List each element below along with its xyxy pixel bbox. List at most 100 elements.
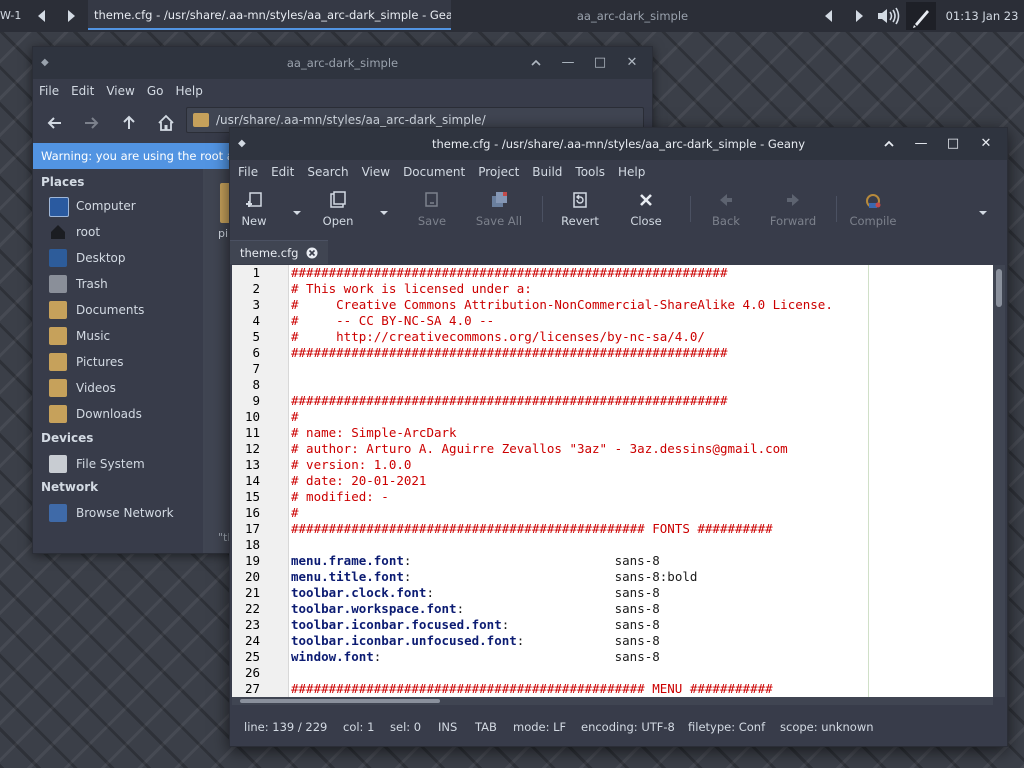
code-line[interactable]: # http://creativecommons.org/licenses/by… [291, 329, 705, 345]
code-line[interactable]: menu.frame.font: sans-8 [291, 553, 660, 569]
code-line[interactable]: toolbar.iconbar.focused.font: sans-8 [291, 617, 660, 633]
menu-search[interactable]: Search [299, 160, 353, 184]
code-editor[interactable]: 1 2 3 4 5 6 7 8 9 10 11 12 13 14 15 16 17 18 19 20 21 22 23 24 2… [232, 265, 993, 697]
menu-help[interactable]: Help [610, 160, 650, 184]
geany-close-icon[interactable]: ✕ [970, 128, 1002, 160]
fm-close-icon[interactable]: ✕ [616, 47, 648, 79]
home-icon[interactable] [156, 113, 176, 133]
top-panel: W-1 theme.cfg - /usr/share/.aa-mn/styles… [0, 0, 1024, 32]
sidebar-item-root[interactable]: root [49, 221, 199, 243]
toolbar-overflow-icon[interactable] [978, 206, 988, 215]
sidebar-item-desktop[interactable]: Desktop [49, 247, 199, 269]
status-sel: sel: 0 [390, 720, 422, 734]
menu-edit[interactable]: Edit [263, 160, 299, 184]
prev-task-icon[interactable] [820, 7, 838, 25]
code-line[interactable]: # [291, 505, 299, 521]
compile-icon [863, 190, 883, 210]
back-arrow-icon[interactable] [45, 113, 65, 133]
sidebar-item-videos[interactable]: Videos [49, 377, 199, 399]
compile-button[interactable]: Compile [848, 190, 898, 234]
menu-tools[interactable]: Tools [567, 160, 610, 184]
fm-shade-icon[interactable] [520, 47, 552, 79]
vertical-scrollbar-thumb[interactable] [996, 269, 1002, 307]
geany-maximize-icon[interactable]: □ [937, 128, 969, 160]
fm-menu-help[interactable]: Help [169, 79, 208, 103]
code-line[interactable]: menu.title.font: sans-8:bold [291, 569, 697, 585]
code-line[interactable]: ########################################… [291, 521, 773, 537]
sidebar-item-music[interactable]: Music [49, 325, 199, 347]
up-arrow-icon[interactable] [119, 113, 139, 133]
code-line[interactable]: window.font: sans-8 [291, 649, 660, 665]
code-line[interactable]: ########################################… [291, 681, 773, 697]
forward-button[interactable]: Forward [768, 190, 818, 234]
revert-button[interactable]: Revert [558, 190, 602, 234]
volume-icon[interactable] [876, 6, 902, 26]
open-dropdown-icon[interactable] [379, 206, 389, 215]
back-button[interactable]: Back [706, 190, 746, 234]
fm-menu-file[interactable]: File [33, 79, 65, 103]
save-button[interactable]: Save [412, 190, 452, 234]
code-line[interactable]: # Creative Commons Attribution-NonCommer… [291, 297, 833, 313]
code-line[interactable]: # version: 1.0.0 [291, 457, 411, 473]
pin-icon[interactable]: ◆ [41, 47, 49, 79]
code-line[interactable]: # This work is licensed under a: [291, 281, 532, 297]
horizontal-scrollbar-thumb[interactable] [240, 699, 440, 703]
code-line[interactable]: toolbar.clock.font: sans-8 [291, 585, 660, 601]
code-line[interactable]: ########################################… [291, 393, 728, 409]
fm-maximize-icon[interactable]: □ [584, 47, 616, 79]
new-button[interactable]: New [234, 190, 274, 234]
menu-file[interactable]: File [230, 160, 263, 184]
line-number: 18 [244, 537, 260, 552]
code-line[interactable]: # date: 20-01-2021 [291, 473, 426, 489]
folder-item-label[interactable]: pi [218, 227, 228, 240]
code-line[interactable]: toolbar.workspace.font: sans-8 [291, 601, 660, 617]
code-line[interactable]: # modified: - [291, 489, 389, 505]
clock[interactable]: 01:13 Jan 23 [944, 0, 1020, 32]
forward-arrow-icon[interactable] [81, 113, 101, 133]
fm-menu-go[interactable]: Go [141, 79, 170, 103]
pin-icon[interactable]: ◆ [238, 128, 246, 160]
open-button[interactable]: Open [318, 190, 358, 234]
menu-project[interactable]: Project [470, 160, 524, 184]
fm-minimize-icon[interactable]: — [552, 47, 584, 79]
prev-workspace-icon[interactable] [33, 7, 51, 25]
drive-icon [49, 455, 67, 473]
sidebar-item-trash[interactable]: Trash [49, 273, 199, 295]
fm-menu-view[interactable]: View [100, 79, 140, 103]
sidebar-item-filesystem[interactable]: File System [49, 453, 199, 475]
taskbar-task-filemanager[interactable]: aa_arc-dark_simple [455, 0, 810, 32]
code-line[interactable]: # -- CC BY-NC-SA 4.0 -- [291, 313, 494, 329]
horizontal-scrollbar[interactable] [232, 697, 993, 705]
tab-close-icon[interactable] [306, 247, 318, 259]
geany-minimize-icon[interactable]: — [905, 128, 937, 160]
fm-menu-edit[interactable]: Edit [65, 79, 100, 103]
sidebar-item-browse-network[interactable]: Browse Network [49, 502, 199, 524]
vertical-scrollbar[interactable] [993, 265, 1005, 697]
code-line[interactable]: ########################################… [291, 265, 728, 281]
workspace-label[interactable]: W-1 [0, 9, 21, 22]
code-line[interactable]: # author: Arturo A. Aguirre Zevallos "3a… [291, 441, 788, 457]
sidebar-item-documents[interactable]: Documents [49, 299, 199, 321]
code-line[interactable]: # name: Simple-ArcDark [291, 425, 457, 441]
menu-document[interactable]: Document [395, 160, 470, 184]
geany-shade-icon[interactable] [873, 128, 905, 160]
geany-titlebar[interactable]: ◆ theme.cfg - /usr/share/.aa-mn/styles/a… [230, 128, 1007, 160]
code-line[interactable]: # [291, 409, 299, 425]
sidebar-item-computer[interactable]: Computer [49, 195, 199, 217]
menu-view[interactable]: View [354, 160, 395, 184]
pen-icon[interactable] [906, 2, 936, 30]
code-line[interactable]: toolbar.iconbar.unfocused.font: sans-8 [291, 633, 660, 649]
save-all-button[interactable]: Save All [474, 190, 524, 234]
tab-theme-cfg[interactable]: theme.cfg [230, 240, 328, 264]
code-line[interactable]: ########################################… [291, 345, 728, 361]
sidebar-item-downloads[interactable]: Downloads [49, 403, 199, 425]
sidebar-item-pictures[interactable]: Pictures [49, 351, 199, 373]
fm-titlebar[interactable]: ◆ aa_arc-dark_simple — □ ✕ [33, 47, 652, 79]
close-button[interactable]: Close [626, 190, 666, 234]
next-workspace-icon[interactable] [62, 7, 80, 25]
toolbar-separator [542, 196, 543, 222]
next-task-icon[interactable] [850, 7, 868, 25]
taskbar-task-geany[interactable]: theme.cfg - /usr/share/.aa-mn/styles/aa_… [88, 0, 451, 30]
menu-build[interactable]: Build [524, 160, 567, 184]
new-dropdown-icon[interactable] [292, 206, 302, 215]
